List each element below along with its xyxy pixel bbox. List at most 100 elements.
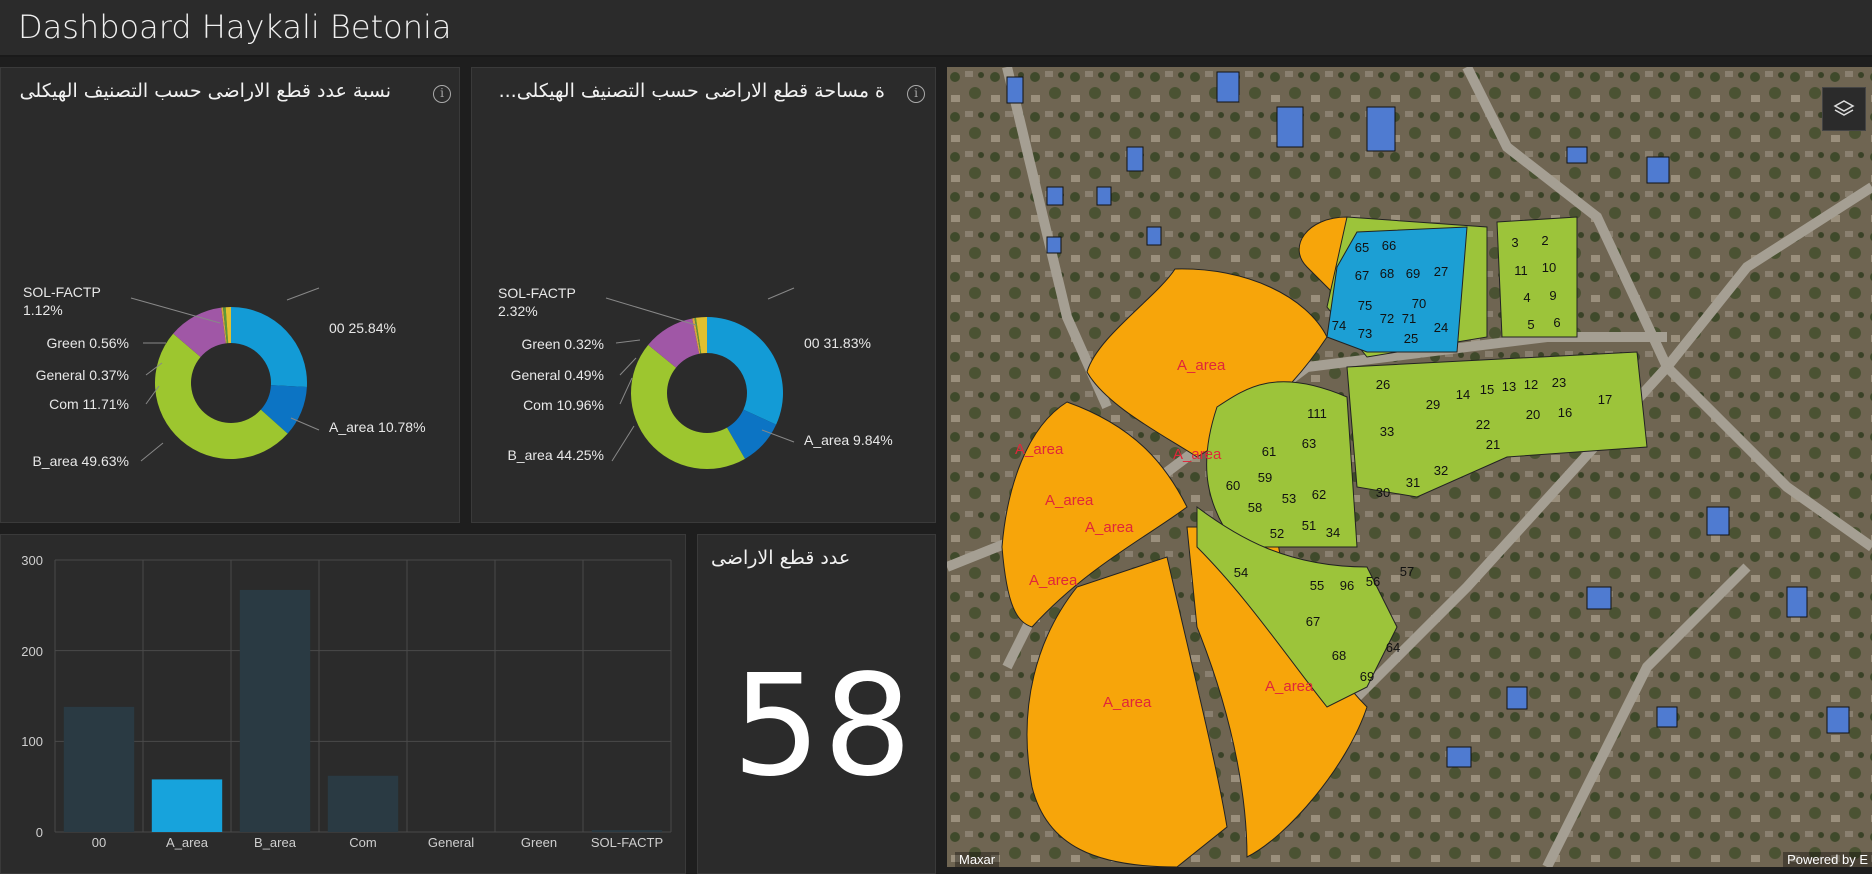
parcel-number: 23 [1552, 375, 1566, 390]
parcel-number: 9 [1549, 288, 1556, 303]
bar-sol-factp[interactable] [591, 830, 663, 832]
parcel-number: 13 [1502, 379, 1516, 394]
parcel-number: 57 [1400, 564, 1414, 579]
bar-com[interactable] [327, 775, 399, 832]
x-tick-label: 00 [92, 835, 106, 850]
y-tick-label: 200 [21, 644, 43, 659]
parcel-number: 70 [1412, 296, 1426, 311]
parcel-number: 75 [1358, 298, 1372, 313]
parcel-number: 59 [1258, 470, 1272, 485]
parcel-number: 14 [1456, 387, 1470, 402]
parcel-number: 5 [1527, 317, 1534, 332]
info-icon[interactable]: i [433, 85, 451, 103]
slice-00[interactable] [231, 307, 307, 387]
map-attribution: Maxar [955, 852, 1000, 867]
parcel-number: 58 [1248, 500, 1262, 515]
map-canvas[interactable]: A_area A_area A_area A_area A_area A_are… [947, 67, 1872, 867]
indicator-panel: عدد قطع الاراضى 58 [697, 534, 936, 874]
label-sol-factp: SOL-FACTP [498, 285, 576, 301]
y-tick-label: 300 [21, 553, 43, 568]
parcel-number: 53 [1282, 491, 1296, 506]
dashboard-title: Dashboard Haykali Betonia [18, 8, 452, 46]
parcel-number: 51 [1302, 518, 1316, 533]
zone-label: A_area [1173, 446, 1222, 463]
powered-by-link[interactable]: Powered by E [1783, 852, 1872, 867]
parcel-number: 17 [1598, 392, 1612, 407]
parcel-number: 16 [1558, 405, 1572, 420]
parcel-number: 65 [1355, 240, 1369, 255]
parcel-number: 32 [1434, 463, 1448, 478]
parcel-number: 15 [1480, 382, 1494, 397]
parcel-number: 22 [1476, 417, 1490, 432]
parcel-number: 2 [1541, 233, 1548, 248]
parcel-number: 25 [1404, 331, 1418, 346]
x-tick-label: Green [521, 835, 557, 850]
parcel-number: 4 [1523, 290, 1530, 305]
slice-00[interactable] [707, 317, 783, 425]
parcel-number: 73 [1358, 326, 1372, 341]
zone-label: A_area [1085, 519, 1134, 536]
parcel-number: 30 [1376, 485, 1390, 500]
area-pie-chart: SOL-FACTP 2.32% Green 0.32% General 0.49… [498, 285, 893, 469]
area-pie-panel: ...ة مساحة قطع الاراضى حسب التصنيف الهيك… [471, 67, 936, 523]
indicator-title: عدد قطع الاراضى [711, 547, 851, 569]
indicator-value: 58 [732, 645, 915, 808]
zone-label: A_area [1177, 357, 1226, 374]
bar-b-area[interactable] [239, 589, 311, 832]
dashboard-header: Dashboard Haykali Betonia [0, 0, 1872, 57]
label-a-area: A_area 9.84% [804, 432, 893, 448]
donut-slices [631, 317, 783, 469]
parcel-number: 54 [1234, 565, 1248, 580]
zone-label: A_area [1029, 572, 1078, 589]
bar-chart-panel: 300 200 100 0 00 A_area B_area Com Gener… [0, 534, 686, 874]
slice-b-area[interactable] [631, 344, 746, 469]
label-00: 00 25.84% [329, 320, 396, 336]
parcel-number: 63 [1302, 436, 1316, 451]
zone-label: A_area [1015, 441, 1064, 458]
parcel-number: 26 [1376, 377, 1390, 392]
parcel-number: 67 [1306, 614, 1320, 629]
zone-label: A_area [1265, 678, 1314, 695]
parcel-number: 72 [1380, 311, 1394, 326]
bar-marks [63, 589, 663, 832]
parcel-number: 20 [1526, 407, 1540, 422]
label-com: Com 11.71% [49, 396, 129, 412]
donut-slices [155, 307, 307, 459]
info-icon[interactable]: i [907, 85, 925, 103]
layers-button[interactable] [1822, 87, 1866, 131]
label-sol-factp-pct: 1.12% [23, 302, 63, 318]
parcel-number: 68 [1332, 648, 1346, 663]
parcel-number: 21 [1486, 437, 1500, 452]
label-green: Green 0.32% [522, 336, 605, 352]
count-pie-title: نسبة عدد قطع الاراضى حسب التصنيف الهيكلى [19, 80, 391, 102]
x-tick-label: Com [349, 835, 376, 850]
parcel-number: 24 [1434, 320, 1448, 335]
parcel-number: 66 [1382, 238, 1396, 253]
count-pie-panel: نسبة عدد قطع الاراضى حسب التصنيف الهيكلى… [0, 67, 460, 523]
label-com: Com 10.96% [523, 397, 604, 413]
y-axis-ticks: 300 200 100 0 [21, 553, 43, 840]
bar-a-area[interactable] [151, 779, 223, 832]
zone-label: A_area [1045, 492, 1094, 509]
parcel-number: 71 [1402, 311, 1416, 326]
parcel-number: 10 [1542, 260, 1556, 275]
label-a-area: A_area 10.78% [329, 419, 426, 435]
parcel-number: 64 [1386, 640, 1400, 655]
parcel-number: 61 [1262, 444, 1276, 459]
y-tick-label: 100 [21, 734, 43, 749]
y-tick-label: 0 [36, 825, 43, 840]
parcel-number: 52 [1270, 526, 1284, 541]
zone-label: A_area [1103, 694, 1152, 711]
x-tick-label: SOL-FACTP [591, 835, 663, 850]
parcel-number: 69 [1360, 669, 1374, 684]
x-tick-label: B_area [254, 835, 297, 850]
parcel-number: 60 [1226, 478, 1240, 493]
label-b-area: B_area 44.25% [507, 447, 604, 463]
x-tick-label: General [428, 835, 474, 850]
bar-00[interactable] [63, 706, 135, 832]
parcel-number: 3 [1511, 235, 1518, 250]
parcel-number: 12 [1524, 377, 1538, 392]
map-view[interactable]: A_area A_area A_area A_area A_area A_are… [947, 67, 1872, 867]
x-tick-label: A_area [166, 835, 209, 850]
parcel-number: 62 [1312, 487, 1326, 502]
